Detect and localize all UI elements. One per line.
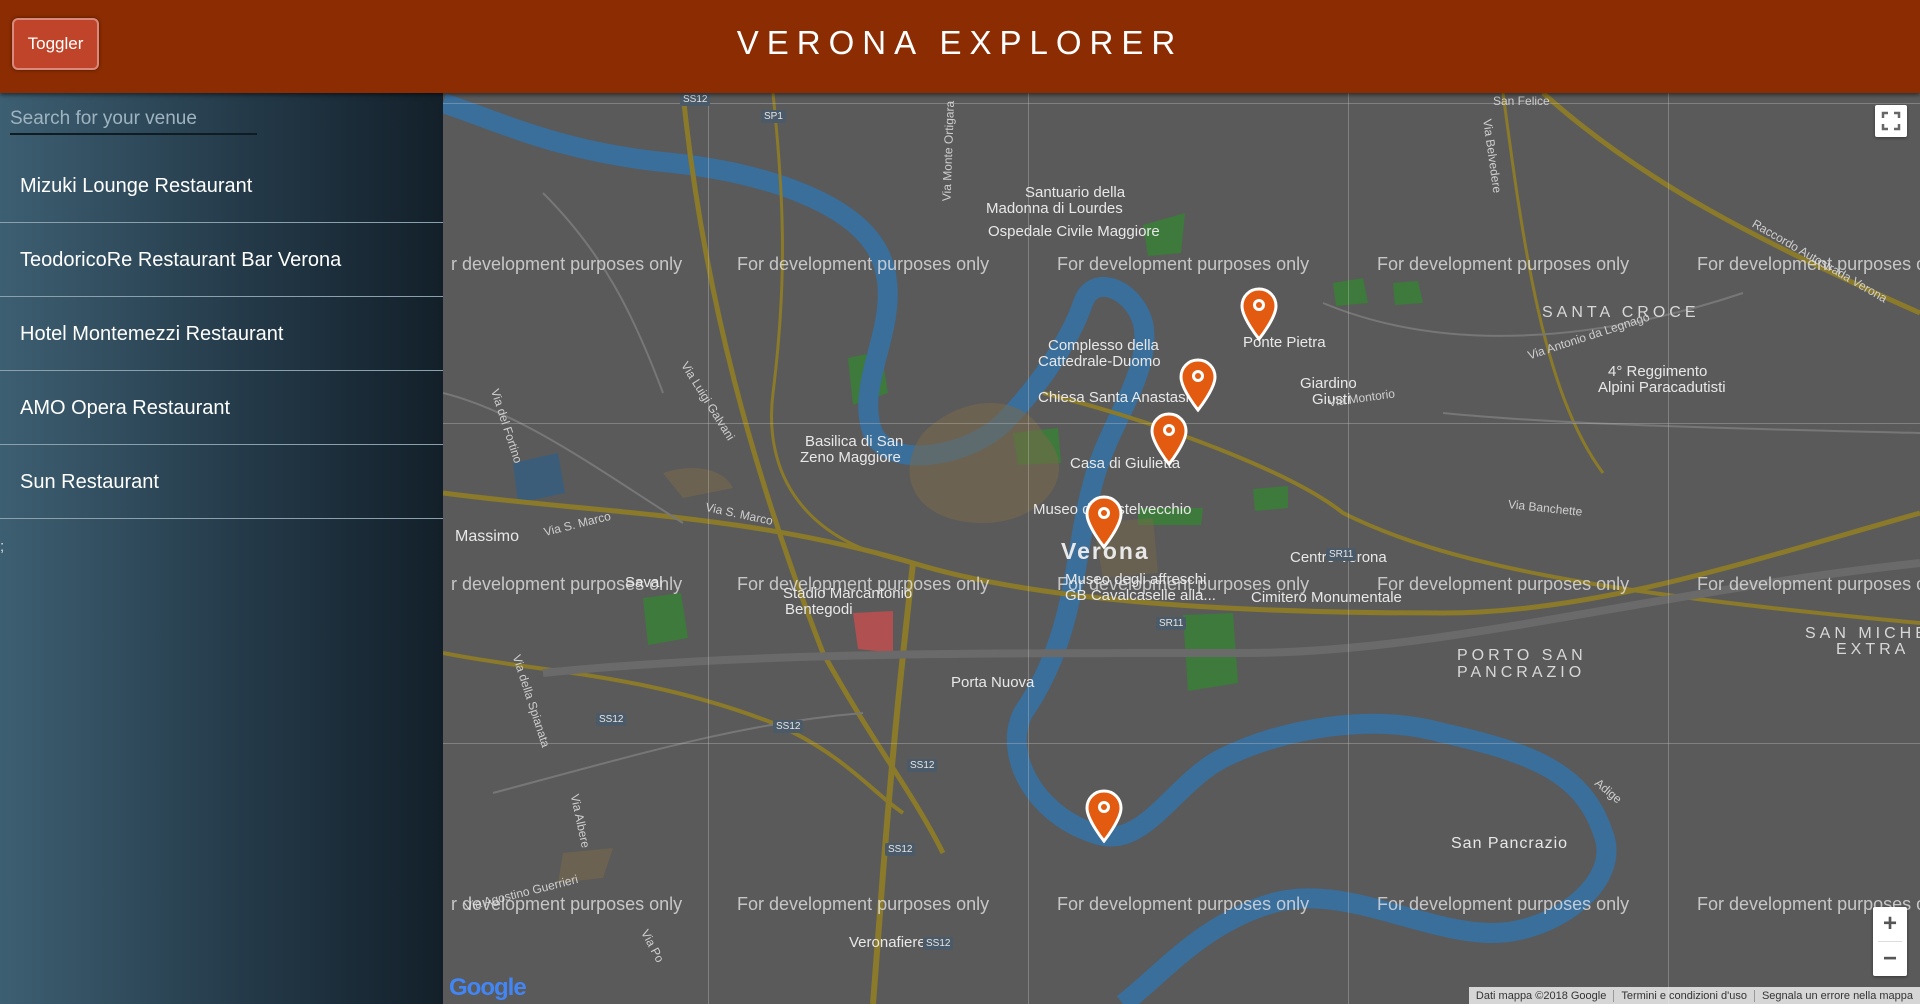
- dev-watermark: For development purposes only: [737, 254, 990, 274]
- venue-item-teodoricore[interactable]: TeodoricoRe Restaurant Bar Verona: [0, 223, 443, 297]
- district-label: EXTRA: [1836, 641, 1910, 658]
- google-logo-text: Google: [449, 974, 527, 1001]
- attribution-data: Dati mappa ©2018 Google: [1469, 989, 1615, 1002]
- road-badge: SS12: [773, 720, 804, 733]
- road-badge: SS12: [680, 93, 711, 106]
- venue-search-input[interactable]: [10, 105, 257, 135]
- district-label: SAN MICHE: [1805, 625, 1920, 642]
- map-canvas[interactable]: San Felice Santuario della Madonna di Lo…: [443, 93, 1920, 1004]
- fullscreen-icon: [1881, 111, 1901, 131]
- map-label: San Felice: [1493, 94, 1550, 108]
- venue-marker[interactable]: [1085, 495, 1123, 551]
- stray-text: ;: [0, 538, 5, 555]
- road-badge: SR11: [1156, 617, 1187, 630]
- dev-watermark: For development purposes only: [1377, 894, 1630, 914]
- map-label: 4° Reggimento: [1608, 363, 1708, 380]
- report-error-link[interactable]: Segnala un errore nella mappa: [1755, 990, 1920, 1002]
- venue-item-sun[interactable]: Sun Restaurant: [0, 445, 443, 519]
- map-attribution: Dati mappa ©2018 Google Termini e condiz…: [1468, 987, 1920, 1004]
- road-badge: SP1: [761, 110, 786, 123]
- road-badge: SS12: [907, 759, 938, 772]
- venue-marker[interactable]: [1240, 287, 1278, 343]
- map-label: Alpini Paracadutisti: [1598, 379, 1726, 396]
- dev-watermark: For development purposes only: [1697, 574, 1920, 594]
- dev-watermark: r development purposes only: [451, 894, 683, 914]
- venue-marker[interactable]: [1150, 412, 1188, 468]
- venue-item-mizuki[interactable]: Mizuki Lounge Restaurant: [0, 149, 443, 223]
- dev-watermark: For development purposes only: [737, 894, 990, 914]
- tile-grid-line: [708, 93, 709, 1004]
- page-title: VERONA EXPLORER: [736, 24, 1184, 61]
- tile-grid-line: [1668, 93, 1669, 1004]
- venue-marker[interactable]: [1085, 789, 1123, 845]
- venue-marker[interactable]: [1179, 358, 1217, 414]
- map-label: Porta Nuova: [951, 674, 1035, 691]
- zoom-control: + −: [1873, 907, 1907, 976]
- map-label: Madonna di Lourdes: [986, 200, 1123, 217]
- road-badge: SS12: [596, 713, 627, 726]
- road-badge: SS12: [885, 843, 916, 856]
- venue-item-montemezzi[interactable]: Hotel Montemezzi Restaurant: [0, 297, 443, 371]
- app-header: Toggler VERONA EXPLORER: [0, 0, 1920, 93]
- road-badge: SS12: [923, 937, 954, 950]
- dev-watermark: For development purposes only: [1057, 574, 1310, 594]
- map-label: Veronafiere: [849, 934, 926, 951]
- district-label: PANCRAZIO: [1457, 664, 1586, 681]
- tile-grid-line: [443, 743, 1920, 744]
- zoom-in-button[interactable]: +: [1873, 907, 1907, 941]
- tile-grid-line: [443, 103, 1920, 104]
- venue-item-amo-opera[interactable]: AMO Opera Restaurant: [0, 371, 443, 445]
- map-label: Bentegodi: [785, 601, 853, 618]
- road-badge: SR11: [1326, 548, 1357, 561]
- zoom-out-button[interactable]: −: [1873, 942, 1907, 976]
- dev-watermark: For development purposes only: [1697, 254, 1920, 274]
- map-label: Chiesa Santa Anastasia: [1038, 389, 1198, 406]
- dev-watermark: For development purposes only: [1377, 574, 1630, 594]
- venue-list: Mizuki Lounge Restaurant TeodoricoRe Res…: [0, 149, 443, 519]
- terms-link[interactable]: Termini e condizioni d'uso: [1614, 989, 1755, 1002]
- fullscreen-button[interactable]: [1875, 105, 1907, 137]
- map-label: Zeno Maggiore: [800, 449, 901, 466]
- map-label: Massimo: [455, 528, 520, 545]
- sidebar: Mizuki Lounge Restaurant TeodoricoRe Res…: [0, 93, 443, 1004]
- dev-watermark: For development purposes only: [737, 574, 990, 594]
- map-label: Giardino: [1300, 375, 1357, 392]
- map-label: Santuario della: [1025, 184, 1126, 201]
- dev-watermark: r development purposes only: [451, 574, 683, 594]
- map-base-layer: [443, 93, 1920, 1004]
- map-label: Cattedrale-Duomo: [1038, 353, 1161, 370]
- map-label: Ospedale Civile Maggiore: [988, 223, 1160, 240]
- district-label: PORTO SAN: [1457, 647, 1587, 664]
- dev-watermark: For development purposes only: [1057, 254, 1310, 274]
- google-logo[interactable]: Google: [449, 974, 527, 1002]
- map-label: Complesso della: [1048, 337, 1159, 354]
- dev-watermark: For development purposes only: [1377, 254, 1630, 274]
- map-label: Basilica di San: [805, 433, 904, 450]
- map-label: San Pancrazio: [1451, 835, 1569, 852]
- dev-watermark: r development purposes only: [451, 254, 683, 274]
- dev-watermark: For development purposes only: [1057, 894, 1310, 914]
